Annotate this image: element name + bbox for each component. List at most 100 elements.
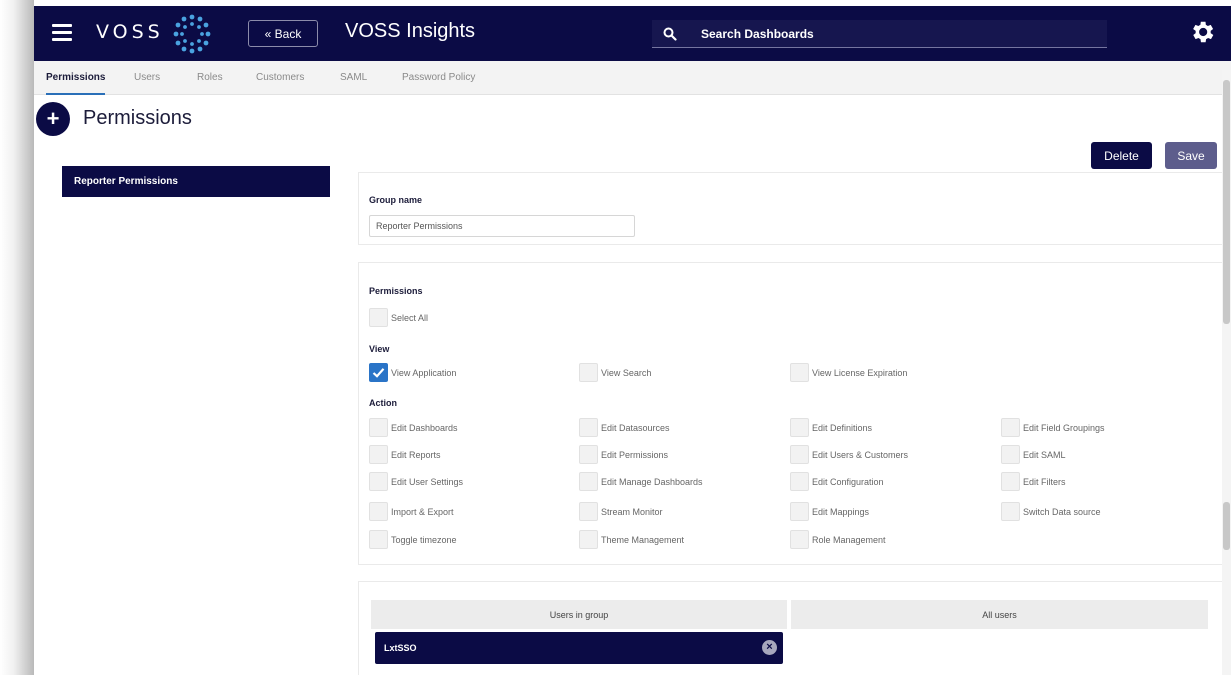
- group-name-field[interactable]: Reporter Permissions: [369, 215, 635, 237]
- delete-button[interactable]: Delete: [1091, 142, 1152, 169]
- toggle-timezone-checkbox[interactable]: Toggle timezone: [369, 530, 457, 549]
- checkmark-icon: [372, 368, 385, 378]
- back-button[interactable]: « Back: [248, 20, 318, 47]
- edit-dashboards-checkbox[interactable]: Edit Dashboards: [369, 418, 458, 437]
- top-bar: VOSS « Back VOSS Insights Search Dashboa…: [34, 6, 1231, 61]
- switch-data-source-checkbox[interactable]: Switch Data source: [1001, 502, 1101, 521]
- theme-management-label: Theme Management: [601, 534, 685, 545]
- edit-permissions-checkbox[interactable]: Edit Permissions: [579, 445, 668, 464]
- checkbox-box: [1001, 445, 1020, 464]
- edit-manage-dashboards-label: Edit Manage Dashboards: [601, 476, 703, 487]
- edit-field-groupings-label: Edit Field Groupings: [1023, 422, 1105, 433]
- add-permission-button[interactable]: +: [36, 102, 70, 136]
- edit-mappings-checkbox[interactable]: Edit Mappings: [790, 502, 869, 521]
- checkbox-box: [579, 502, 598, 521]
- tab-bar: Permissions Users Roles Customers SAML P…: [34, 61, 1231, 95]
- checkbox-box: [1001, 502, 1020, 521]
- users-in-group-header[interactable]: Users in group: [371, 600, 787, 629]
- edit-definitions-label: Edit Definitions: [812, 422, 873, 433]
- checkbox-box: [790, 445, 809, 464]
- import-export-checkbox[interactable]: Import & Export: [369, 502, 454, 521]
- checkbox-box: [369, 418, 388, 437]
- checkbox-box: [790, 530, 809, 549]
- edit-configuration-checkbox[interactable]: Edit Configuration: [790, 472, 884, 491]
- scrollbar-thumb-secondary[interactable]: [1223, 502, 1230, 550]
- edit-definitions-checkbox[interactable]: Edit Definitions: [790, 418, 872, 437]
- edit-reports-checkbox[interactable]: Edit Reports: [369, 445, 441, 464]
- checkbox-box: [369, 472, 388, 491]
- switch-data-source-label: Switch Data source: [1023, 506, 1101, 517]
- users-panel: Users in group All users LxtSSO ×: [358, 581, 1227, 675]
- edit-users-customers-checkbox[interactable]: Edit Users & Customers: [790, 445, 908, 464]
- view-license-expiration-label: View License Expiration: [812, 367, 908, 378]
- group-name-panel: Group name Reporter Permissions: [358, 172, 1227, 245]
- edit-mappings-label: Edit Mappings: [812, 506, 870, 517]
- select-all-checkbox[interactable]: Select All: [369, 308, 428, 327]
- view-heading: View: [369, 344, 390, 354]
- checkbox-box: [790, 472, 809, 491]
- search-input[interactable]: Search Dashboards: [652, 20, 1107, 48]
- role-management-label: Role Management: [812, 534, 886, 545]
- theme-management-checkbox[interactable]: Theme Management: [579, 530, 684, 549]
- stream-monitor-label: Stream Monitor: [601, 506, 663, 517]
- edit-filters-checkbox[interactable]: Edit Filters: [1001, 472, 1066, 491]
- permissions-heading: Permissions: [369, 286, 423, 296]
- search-placeholder: Search Dashboards: [701, 26, 814, 41]
- edit-field-groupings-checkbox[interactable]: Edit Field Groupings: [1001, 418, 1105, 437]
- edit-manage-dashboards-checkbox[interactable]: Edit Manage Dashboards: [579, 472, 703, 491]
- window-shadow: [0, 0, 34, 675]
- all-users-header[interactable]: All users: [791, 600, 1208, 629]
- import-export-label: Import & Export: [391, 506, 454, 517]
- edit-permissions-label: Edit Permissions: [601, 449, 669, 460]
- permission-group-item[interactable]: Reporter Permissions: [62, 166, 330, 197]
- close-circle-icon[interactable]: ×: [762, 640, 777, 655]
- gear-icon[interactable]: [1188, 18, 1216, 46]
- app-window: VOSS « Back VOSS Insights Search Dashboa…: [34, 6, 1231, 675]
- tab-roles[interactable]: Roles: [197, 61, 223, 95]
- tab-customers[interactable]: Customers: [256, 61, 304, 95]
- view-license-expiration-checkbox[interactable]: View License Expiration: [790, 363, 907, 382]
- tab-password-policy[interactable]: Password Policy: [402, 61, 475, 95]
- checkbox-box: [790, 502, 809, 521]
- tab-users[interactable]: Users: [134, 61, 160, 95]
- edit-configuration-label: Edit Configuration: [812, 476, 884, 487]
- edit-datasources-checkbox[interactable]: Edit Datasources: [579, 418, 670, 437]
- tab-saml[interactable]: SAML: [340, 61, 367, 95]
- edit-saml-label: Edit SAML: [1023, 449, 1066, 460]
- voss-logo-icon: [173, 14, 211, 54]
- save-button[interactable]: Save: [1165, 142, 1217, 169]
- checkbox-box: [579, 445, 598, 464]
- toggle-timezone-label: Toggle timezone: [391, 534, 457, 545]
- checkbox-checked: [369, 363, 388, 382]
- checkbox-box: [1001, 418, 1020, 437]
- page-title: Permissions: [83, 107, 192, 129]
- stream-monitor-checkbox[interactable]: Stream Monitor: [579, 502, 663, 521]
- edit-user-settings-label: Edit User Settings: [391, 476, 464, 487]
- checkbox-box: [579, 363, 598, 382]
- search-icon: [652, 27, 688, 41]
- brand-name: VOSS: [96, 21, 164, 43]
- hamburger-menu-icon[interactable]: [52, 24, 72, 42]
- action-heading: Action: [369, 398, 397, 408]
- edit-saml-checkbox[interactable]: Edit SAML: [1001, 445, 1066, 464]
- checkbox-box: [369, 502, 388, 521]
- view-search-label: View Search: [601, 367, 652, 378]
- checkbox-box: [369, 308, 388, 327]
- edit-user-settings-checkbox[interactable]: Edit User Settings: [369, 472, 463, 491]
- tab-permissions[interactable]: Permissions: [46, 61, 106, 95]
- group-name-label: Group name: [369, 195, 423, 205]
- edit-users-customers-label: Edit Users & Customers: [812, 449, 909, 460]
- checkbox-box: [790, 363, 809, 382]
- permissions-panel: Permissions Select All View View Applica…: [358, 262, 1227, 565]
- checkbox-box: [369, 445, 388, 464]
- user-chip-label: LxtSSO: [384, 643, 417, 653]
- plus-icon: +: [46, 106, 60, 131]
- user-chip[interactable]: LxtSSO ×: [375, 632, 783, 664]
- view-application-checkbox[interactable]: View Application: [369, 363, 456, 382]
- scrollbar[interactable]: [1222, 70, 1231, 675]
- scrollbar-thumb[interactable]: [1223, 80, 1230, 324]
- select-all-label: Select All: [391, 312, 429, 323]
- checkbox-box: [790, 418, 809, 437]
- role-management-checkbox[interactable]: Role Management: [790, 530, 886, 549]
- view-search-checkbox[interactable]: View Search: [579, 363, 651, 382]
